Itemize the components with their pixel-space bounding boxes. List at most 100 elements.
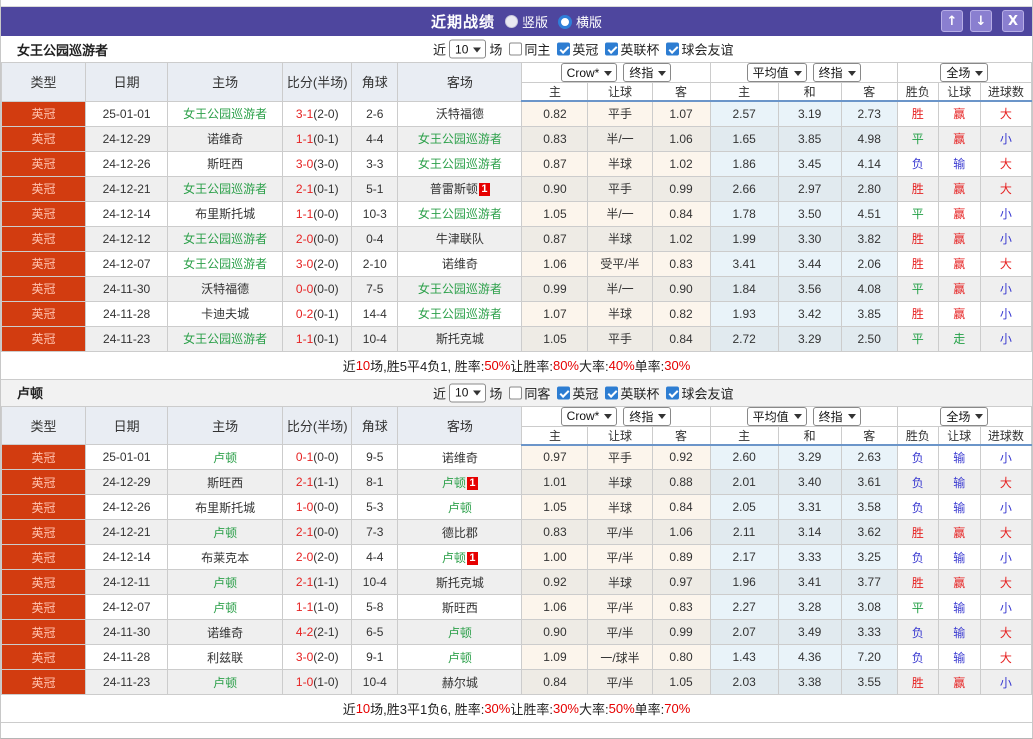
odds-source-group: Crow* 终指 bbox=[521, 62, 711, 83]
league-cell: 英冠 bbox=[1, 275, 87, 302]
avg-away-cell: 4.51 bbox=[840, 200, 898, 227]
average-select[interactable]: 平均值 bbox=[746, 63, 807, 82]
handicap-result-cell: 赢 bbox=[937, 669, 981, 695]
date-cell: 24-12-21 bbox=[85, 175, 169, 202]
handicap-result-cell: 输 bbox=[937, 619, 981, 645]
move-up-button[interactable]: ↑ bbox=[941, 10, 963, 32]
league-championship-checkbox[interactable]: 英冠 bbox=[557, 40, 598, 59]
away-odds-cell: 0.80 bbox=[651, 644, 711, 670]
fulltime-score: 2-0 bbox=[295, 231, 314, 246]
goals-result-cell: 小 bbox=[979, 494, 1032, 520]
sub-header-handicap: 让球 bbox=[587, 82, 653, 102]
score-cell: 2-1(1-1) bbox=[282, 569, 353, 595]
score-cell: 1-0(1-0) bbox=[282, 669, 353, 695]
dialog-title: 近期战绩 bbox=[430, 14, 495, 31]
fulltime-value: 全场 bbox=[946, 66, 971, 80]
league-championship-checkbox[interactable]: 英冠 bbox=[557, 383, 598, 402]
date-cell: 24-12-29 bbox=[85, 125, 169, 152]
match-count-select[interactable]: 10 bbox=[449, 383, 487, 402]
score-cell: 2-1(0-0) bbox=[282, 519, 353, 545]
away-odds-cell: 0.84 bbox=[651, 325, 711, 352]
home-team-cell: 卢顿 bbox=[167, 569, 284, 595]
home-odds-cell: 0.90 bbox=[521, 175, 589, 202]
team-name-text: 斯旺西 bbox=[207, 157, 244, 171]
checkbox-checked-icon bbox=[666, 42, 680, 56]
away-team-cell: 女王公园巡游者 bbox=[397, 125, 523, 152]
avg-home-cell: 2.05 bbox=[709, 494, 779, 520]
away-odds-cell: 0.89 bbox=[651, 544, 711, 570]
avg-away-cell: 2.50 bbox=[840, 325, 898, 352]
avg-home-cell: 2.60 bbox=[709, 444, 779, 470]
checkbox-checked-icon bbox=[605, 42, 619, 56]
filter-bar: 近 10 场 同客 英冠 英联杯 球会友谊 bbox=[433, 383, 733, 402]
away-odds-cell: 0.99 bbox=[651, 619, 711, 645]
avg-home-cell: 1.86 bbox=[709, 150, 779, 177]
avg-home-cell: 2.11 bbox=[709, 519, 779, 545]
close-button[interactable]: X bbox=[1002, 10, 1024, 32]
handicap-result-cell: 输 bbox=[937, 444, 981, 470]
handicap-result-cell: 输 bbox=[937, 469, 981, 495]
home-team-cell: 沃特福德 bbox=[167, 275, 284, 302]
home-odds-cell: 0.87 bbox=[521, 150, 589, 177]
friendly-checkbox[interactable]: 球会友谊 bbox=[666, 40, 733, 59]
bookmaker-select[interactable]: Crow* bbox=[560, 63, 618, 82]
winlose-result-cell: 胜 bbox=[896, 300, 939, 327]
team-name-text: 斯托克城 bbox=[435, 332, 484, 346]
avg-home-cell: 2.27 bbox=[709, 594, 779, 620]
summary-text: 场,胜3平1负6, 胜率: bbox=[370, 702, 485, 717]
avg-home-cell: 1.65 bbox=[709, 125, 779, 152]
average-time-select[interactable]: 终指 bbox=[812, 63, 861, 82]
summary-text: 让胜率: bbox=[510, 702, 553, 717]
odds-time-select[interactable]: 终指 bbox=[623, 407, 672, 425]
home-team-cell: 卢顿 bbox=[167, 594, 284, 620]
league-cup-checkbox[interactable]: 英联杯 bbox=[605, 383, 659, 402]
winlose-result-cell: 胜 bbox=[896, 569, 939, 595]
winlose-result-cell: 负 bbox=[896, 469, 939, 495]
away-odds-cell: 1.02 bbox=[651, 150, 711, 177]
league-cell: 英冠 bbox=[1, 469, 87, 495]
radio-horizontal-layout[interactable]: 横版 bbox=[558, 12, 602, 31]
match-count-select[interactable]: 10 bbox=[449, 39, 487, 59]
fulltime-score: 3-0 bbox=[295, 650, 314, 664]
friendly-checkbox[interactable]: 球会友谊 bbox=[666, 383, 733, 402]
fulltime-select[interactable]: 全场 bbox=[940, 63, 989, 82]
team-name-text: 斯旺西 bbox=[207, 475, 244, 490]
fulltime-score: 1-1 bbox=[295, 206, 314, 221]
avg-away-cell: 2.06 bbox=[840, 250, 898, 277]
odds-source-group: Crow* 终指 bbox=[521, 405, 711, 427]
radio-vertical-layout[interactable]: 竖版 bbox=[504, 12, 548, 31]
handicap-cell: 半/一 bbox=[587, 125, 653, 152]
home-team-summary: 近 10 场,胜5平4负1, 胜率: 50% 让胜率: 80% 大率: 40% 单率: 30… bbox=[1, 351, 1032, 380]
sub-header-avg-home: 主 bbox=[709, 82, 779, 102]
chevron-down-icon bbox=[793, 70, 802, 80]
handicap-cell: 平/半 bbox=[587, 594, 653, 620]
winlose-result-cell: 负 bbox=[896, 150, 939, 177]
summary-stat-value: 30% bbox=[664, 357, 691, 373]
league-label: 英冠 bbox=[572, 42, 599, 58]
sub-header-avg-away: 客 bbox=[840, 425, 898, 446]
home-team-name: 女王公园巡游者 bbox=[17, 42, 109, 58]
move-down-button[interactable]: ↓ bbox=[970, 10, 992, 32]
average-time-select[interactable]: 终指 bbox=[812, 407, 861, 425]
fulltime-select[interactable]: 全场 bbox=[940, 407, 989, 425]
odds-time-select[interactable]: 终指 bbox=[623, 63, 672, 82]
avg-away-cell: 3.85 bbox=[840, 300, 898, 327]
bookmaker-select[interactable]: Crow* bbox=[560, 407, 618, 425]
home-team-cell: 卢顿 bbox=[167, 669, 284, 695]
same-venue-label: 同主 bbox=[524, 42, 551, 58]
sub-header-away-odds: 客 bbox=[651, 82, 711, 102]
league-cup-checkbox[interactable]: 英联杯 bbox=[605, 40, 659, 59]
handicap-cell: 平手 bbox=[587, 325, 653, 352]
fulltime-value: 全场 bbox=[946, 409, 971, 424]
same-venue-checkbox[interactable]: 同客 bbox=[509, 383, 550, 402]
goals-result-cell: 小 bbox=[979, 669, 1032, 695]
date-cell: 24-12-26 bbox=[85, 150, 169, 177]
same-venue-checkbox[interactable]: 同主 bbox=[509, 40, 550, 59]
average-select[interactable]: 平均值 bbox=[746, 407, 807, 425]
handicap-cell: 平/半 bbox=[587, 619, 653, 645]
avg-away-cell: 3.82 bbox=[840, 225, 898, 252]
halftime-score: (0-0) bbox=[313, 525, 339, 539]
matches-tbody: 英冠 25-01-01 女王公园巡游者 3-1(2-0) 2-6 沃特福德 0.82 平手 1.… bbox=[1, 100, 1032, 352]
away-team-cell: 诺维奇 bbox=[397, 250, 523, 277]
score-cell: 1-1(0-1) bbox=[282, 125, 353, 152]
